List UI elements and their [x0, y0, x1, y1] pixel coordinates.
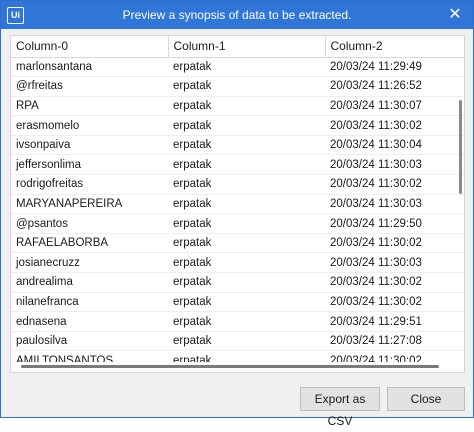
table-row[interactable]: andrealima erpatak 20/03/24 11:30:02: [11, 272, 464, 293]
table-cell-column-0: RPA: [11, 96, 168, 117]
table-row[interactable]: marlonsantana erpatak 20/03/24 11:29:49: [11, 57, 464, 78]
table-cell-column-2: 20/03/24 11:30:03: [325, 252, 464, 274]
table-row[interactable]: @rfreitas erpatak 20/03/24 11:26:52: [11, 76, 464, 97]
table-cell-column-1: erpatak: [168, 96, 325, 117]
table-cell-column-2: 20/03/24 11:27:08: [325, 331, 464, 352]
table-cell-column-1: erpatak: [168, 233, 325, 254]
table-row[interactable]: RPA erpatak 20/03/24 11:30:07: [11, 96, 464, 117]
table-row[interactable]: @psantos erpatak 20/03/24 11:29:50: [11, 213, 464, 234]
title-bar: Ui Preview a synopsis of data to be extr…: [1, 1, 473, 29]
table-row[interactable]: MARYANAPEREIRA erpatak 20/03/24 11:30:03: [11, 194, 464, 215]
table-cell-column-1: erpatak: [168, 57, 325, 78]
table-cell-column-0: jeffersonlima: [11, 154, 168, 176]
table-cell-column-1: erpatak: [168, 213, 325, 234]
table-cell-column-1: erpatak: [168, 174, 325, 195]
table-cell-column-1: erpatak: [168, 135, 325, 156]
table-cell-column-1: erpatak: [168, 194, 325, 215]
table-row[interactable]: RAFAELABORBA erpatak 20/03/24 11:30:02: [11, 233, 464, 254]
table-cell-column-0: nilanefranca: [11, 292, 168, 313]
table-row[interactable]: nilanefranca erpatak 20/03/24 11:30:02: [11, 292, 464, 313]
table-cell-column-2: 20/03/24 11:29:50: [325, 213, 464, 234]
table-cell-column-0: rodrigofreitas: [11, 174, 168, 195]
table-row[interactable]: ednasena erpatak 20/03/24 11:29:51: [11, 311, 464, 332]
data-preview-grid[interactable]: Column-0 Column-1 Column-2 marlonsantana…: [10, 35, 465, 373]
dialog-footer: Export as CSV Close: [1, 379, 473, 428]
table-cell-column-2: 20/03/24 11:30:02: [325, 272, 464, 293]
table-row[interactable]: josianecruzz erpatak 20/03/24 11:30:03: [11, 252, 464, 274]
table-cell-column-1: erpatak: [168, 292, 325, 313]
table-cell-column-1: erpatak: [168, 154, 325, 176]
horizontal-scrollbar[interactable]: [21, 365, 439, 368]
horizontal-scroll-track: [11, 362, 464, 372]
table-cell-column-1: erpatak: [168, 272, 325, 293]
table-cell-column-2: 20/03/24 11:30:04: [325, 135, 464, 156]
table-cell-column-0: @psantos: [11, 213, 168, 234]
close-button[interactable]: Close: [387, 387, 465, 411]
table-cell-column-2: 20/03/24 11:30:02: [325, 174, 464, 195]
preview-data-dialog: Ui Preview a synopsis of data to be extr…: [0, 0, 474, 428]
dialog-title: Preview a synopsis of data to be extract…: [122, 8, 352, 22]
table-row[interactable]: ivsonpaiva erpatak 20/03/24 11:30:04: [11, 135, 464, 156]
preview-table: Column-0 Column-1 Column-2 marlonsantana…: [11, 36, 464, 371]
table-row[interactable]: paulosilva erpatak 20/03/24 11:27:08: [11, 331, 464, 352]
table-cell-column-2: 20/03/24 11:30:07: [325, 96, 464, 117]
table-cell-column-0: josianecruzz: [11, 252, 168, 274]
table-cell-column-1: erpatak: [168, 331, 325, 352]
table-cell-column-0: marlonsantana: [11, 57, 168, 78]
table-cell-column-2: 20/03/24 11:29:51: [325, 311, 464, 332]
table-cell-column-0: erasmomelo: [11, 115, 168, 136]
table-cell-column-2: 20/03/24 11:30:03: [325, 194, 464, 215]
table-cell-column-2: 20/03/24 11:30:02: [325, 233, 464, 254]
header-row: Column-0 Column-1 Column-2: [11, 36, 464, 58]
table-cell-column-0: ivsonpaiva: [11, 135, 168, 156]
table-row[interactable]: erasmomelo erpatak 20/03/24 11:30:02: [11, 115, 464, 136]
column-header-2[interactable]: Column-2: [325, 36, 464, 58]
vertical-scrollbar[interactable]: [459, 100, 462, 194]
close-icon[interactable]: ✕: [445, 5, 465, 25]
table-cell-column-1: erpatak: [168, 252, 325, 274]
export-csv-button[interactable]: Export as CSV: [300, 387, 380, 428]
table-cell-column-0: ednasena: [11, 311, 168, 332]
table-cell-column-1: erpatak: [168, 115, 325, 136]
column-header-1[interactable]: Column-1: [168, 36, 326, 58]
table-cell-column-2: 20/03/24 11:26:52: [325, 76, 464, 97]
table-cell-column-0: paulosilva: [11, 331, 168, 352]
table-cell-column-0: MARYANAPEREIRA: [11, 194, 168, 215]
table-cell-column-2: 20/03/24 11:30:02: [325, 292, 464, 313]
column-header-0[interactable]: Column-0: [11, 36, 169, 58]
table-row[interactable]: jeffersonlima erpatak 20/03/24 11:30:03: [11, 154, 464, 176]
table-cell-column-0: RAFAELABORBA: [11, 233, 168, 254]
table-cell-column-1: erpatak: [168, 311, 325, 332]
table-cell-column-2: 20/03/24 11:30:02: [325, 115, 464, 136]
table-cell-column-0: @rfreitas: [11, 76, 168, 97]
table-cell-column-1: erpatak: [168, 76, 325, 97]
table-cell-column-2: 20/03/24 11:29:49: [325, 57, 464, 78]
table-cell-column-2: 20/03/24 11:30:03: [325, 154, 464, 176]
table-row[interactable]: rodrigofreitas erpatak 20/03/24 11:30:02: [11, 174, 464, 195]
table-cell-column-0: andrealima: [11, 272, 168, 293]
